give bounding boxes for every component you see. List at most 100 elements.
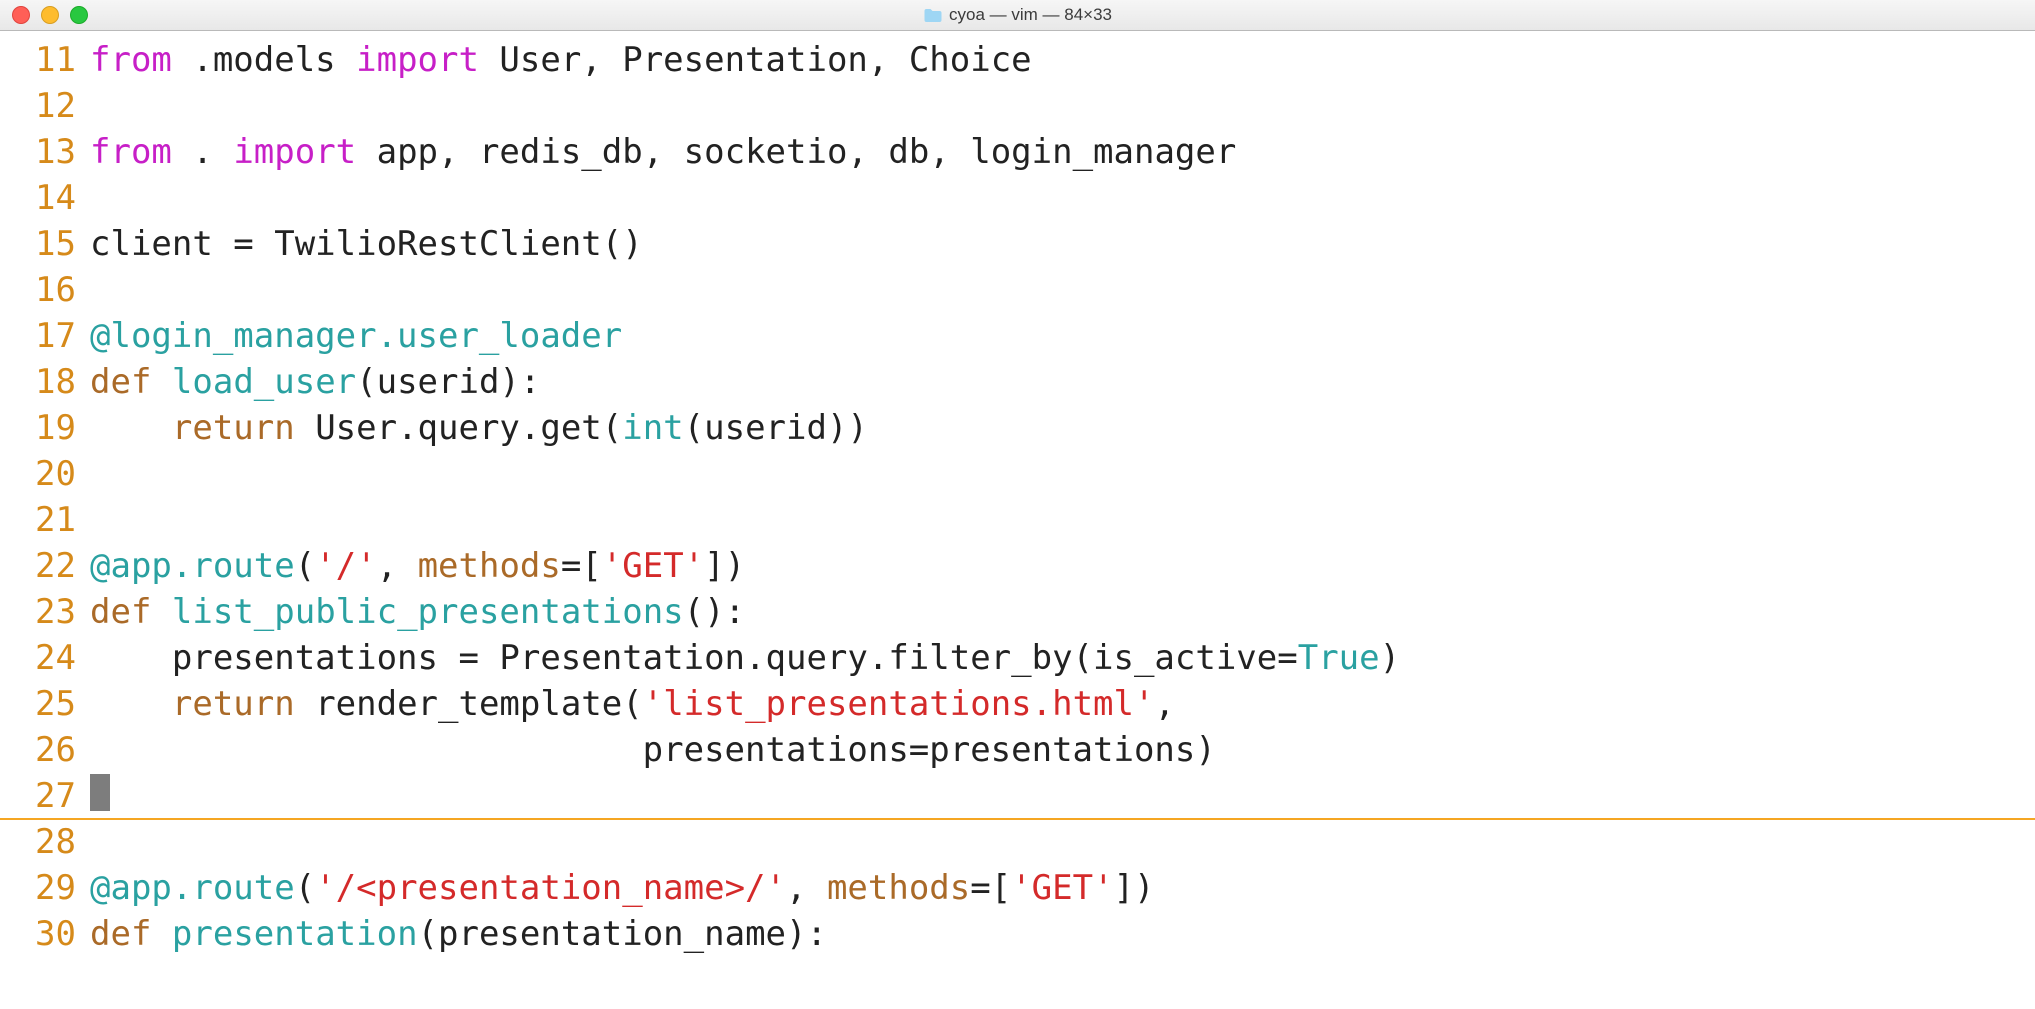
line-number: 29 [0,865,90,911]
code-line[interactable]: 30def presentation(presentation_name): [0,911,2035,957]
code-line[interactable]: 16 [0,267,2035,313]
code-line[interactable]: 12 [0,83,2035,129]
line-number: 12 [0,83,90,129]
code-token: from [90,132,172,172]
code-line[interactable]: 14 [0,175,2035,221]
code-content[interactable] [90,83,2035,129]
code-token: return [172,408,295,448]
code-content[interactable]: @app.route('/<presentation_name>/', meth… [90,865,2035,911]
code-token: ]) [1114,868,1155,908]
line-number: 14 [0,175,90,221]
code-line[interactable]: 24 presentations = Presentation.query.fi… [0,635,2035,681]
code-content[interactable] [90,497,2035,543]
code-content[interactable]: return render_template('list_presentatio… [90,681,2035,727]
code-token: 'GET' [1011,868,1113,908]
code-token: @app.route [90,546,295,586]
cursor [90,774,110,811]
code-token [90,408,172,448]
code-line[interactable]: 28 [0,819,2035,865]
code-token: import [233,132,356,172]
code-token: @app.route [90,868,295,908]
code-token: (userid)) [684,408,868,448]
code-token: User.query.get( [295,408,623,448]
code-token: ) [1380,638,1400,678]
line-number: 30 [0,911,90,957]
line-number: 19 [0,405,90,451]
code-token: def [90,362,151,402]
code-token: def [90,914,151,954]
code-content[interactable]: presentations = Presentation.query.filte… [90,635,2035,681]
code-content[interactable]: @login_manager.user_loader [90,313,2035,359]
code-line[interactable]: 15client = TwilioRestClient() [0,221,2035,267]
code-line[interactable]: 19 return User.query.get(int(userid)) [0,405,2035,451]
code-line[interactable]: 23def list_public_presentations(): [0,589,2035,635]
code-content[interactable]: from .models import User, Presentation, … [90,37,2035,83]
code-line[interactable]: 29@app.route('/<presentation_name>/', me… [0,865,2035,911]
code-token [151,362,171,402]
code-line[interactable]: 18def load_user(userid): [0,359,2035,405]
line-number: 28 [0,819,90,865]
code-token: presentation [172,914,418,954]
line-number: 22 [0,543,90,589]
code-content[interactable] [90,451,2035,497]
code-token: =[ [561,546,602,586]
code-token: (presentation_name): [418,914,827,954]
minimize-button[interactable] [41,6,59,24]
code-line[interactable]: 26 presentations=presentations) [0,727,2035,773]
line-number: 27 [0,773,90,819]
code-token: ( [295,546,315,586]
code-line[interactable]: 27 [0,773,2035,819]
code-token: , [1154,684,1174,724]
code-content[interactable]: return User.query.get(int(userid)) [90,405,2035,451]
code-token: =[ [970,868,1011,908]
code-token: User, Presentation, Choice [479,40,1032,80]
code-token: from [90,40,172,80]
code-line[interactable]: 20 [0,451,2035,497]
window-titlebar: cyoa — vim — 84×33 [0,0,2035,31]
maximize-button[interactable] [70,6,88,24]
code-token: presentations = Presentation.query.filte… [90,638,1298,678]
traffic-lights [12,6,88,24]
code-content[interactable]: presentations=presentations) [90,727,2035,773]
code-content[interactable] [90,267,2035,313]
code-content[interactable] [90,175,2035,221]
code-line[interactable]: 13from . import app, redis_db, socketio,… [0,129,2035,175]
window-title-text: cyoa — vim — 84×33 [949,5,1112,25]
line-number: 24 [0,635,90,681]
code-content[interactable]: def presentation(presentation_name): [90,911,2035,957]
code-token [151,914,171,954]
code-line[interactable]: 22@app.route('/', methods=['GET']) [0,543,2035,589]
code-token: 'GET' [602,546,704,586]
code-line[interactable]: 21 [0,497,2035,543]
code-token: .models [172,40,356,80]
code-line[interactable]: 11from .models import User, Presentation… [0,37,2035,83]
line-number: 17 [0,313,90,359]
code-token: ( [295,868,315,908]
code-editor[interactable]: 11from .models import User, Presentation… [0,31,2035,957]
code-line[interactable]: 17@login_manager.user_loader [0,313,2035,359]
code-token: app, redis_db, socketio, db, login_manag… [356,132,1236,172]
code-token: import [356,40,479,80]
close-button[interactable] [12,6,30,24]
line-number: 16 [0,267,90,313]
line-number: 20 [0,451,90,497]
code-token: ]) [704,546,745,586]
code-token: '/' [315,546,376,586]
code-content[interactable] [90,773,2035,819]
line-number: 11 [0,37,90,83]
code-token: methods [827,868,970,908]
code-token: int [622,408,683,448]
code-content[interactable] [90,819,2035,865]
code-token: (): [684,592,745,632]
code-content[interactable]: def list_public_presentations(): [90,589,2035,635]
code-content[interactable]: client = TwilioRestClient() [90,221,2035,267]
code-token: '/<presentation_name>/' [315,868,786,908]
folder-icon [923,8,941,22]
code-content[interactable]: @app.route('/', methods=['GET']) [90,543,2035,589]
code-token: methods [418,546,561,586]
code-content[interactable]: def load_user(userid): [90,359,2035,405]
code-token: , [786,868,827,908]
code-content[interactable]: from . import app, redis_db, socketio, d… [90,129,2035,175]
code-line[interactable]: 25 return render_template('list_presenta… [0,681,2035,727]
code-token: presentations=presentations) [90,730,1216,770]
